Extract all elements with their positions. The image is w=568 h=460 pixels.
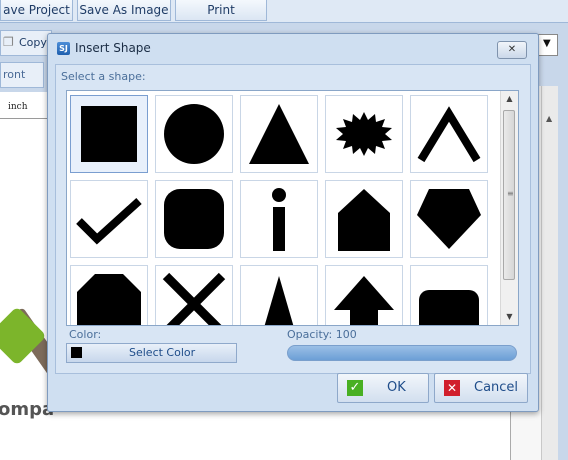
cancel-label: Cancel [474,380,519,395]
shape-circle[interactable] [155,95,233,173]
chevron-down-icon: ▼ [543,38,551,49]
shape-triangle[interactable] [240,95,318,173]
copy-icon: ❐ [3,35,14,49]
ruler-unit: inch [8,102,28,112]
chevron-up-icon [417,106,481,163]
rounded-rect-icon [419,290,479,325]
scroll-up-icon[interactable]: ▲ [546,114,552,123]
shape-rounded-square[interactable] [155,180,233,258]
save-project-button[interactable]: ave Project [0,0,73,21]
shape-cross[interactable] [155,265,233,325]
ok-button[interactable]: ✓ OK [337,373,429,403]
insert-shape-dialog: SJ Insert Shape ✕ Select a shape: ▲ ≡ ▼ … [47,33,539,412]
shape-narrow-triangle[interactable] [240,265,318,325]
checkmark-icon [76,198,142,245]
arrow-up-icon [334,276,394,325]
opacity-label: Opacity: 100 [287,328,357,341]
select-color-button[interactable]: Select Color [66,343,237,363]
house-icon [338,189,390,251]
select-shape-label: Select a shape: [61,70,146,83]
select-color-label: Select Color [129,346,196,359]
workspace-scrollbar[interactable]: ▲ [541,86,558,460]
dropdown-button[interactable]: ▼ [538,34,558,56]
shape-pentagon[interactable] [410,180,488,258]
close-icon: ✕ [444,380,460,396]
opacity-value: 100 [335,328,357,341]
rounded-square-icon [164,189,224,249]
pentagon-icon [417,189,481,249]
scroll-up-icon[interactable]: ▲ [501,91,518,107]
shape-grid: ▲ ≡ ▼ [66,90,519,326]
shape-octagon[interactable] [70,265,148,325]
grip-icon: ≡ [507,189,514,198]
triangle-icon [249,104,309,164]
tab-front[interactable]: ront [0,62,44,88]
shape-arrow-up[interactable] [325,265,403,325]
ok-label: OK [387,380,406,395]
shape-grid-scrollbar[interactable]: ▲ ≡ ▼ [500,91,518,325]
shape-info-i[interactable] [240,180,318,258]
cross-icon [162,272,226,325]
color-label: Color: [69,328,102,341]
scrollbar-thumb[interactable]: ≡ [503,110,515,280]
top-toolbar: ave Project Save As Image Print [0,0,568,23]
starburst-icon [336,112,392,156]
copy-button[interactable]: ❐ Copy [0,30,52,56]
narrow-triangle-icon [264,276,294,325]
cancel-button[interactable]: ✕ Cancel [434,373,528,403]
circle-icon [164,104,224,164]
square-icon [81,106,137,162]
shape-starburst[interactable] [325,95,403,173]
close-button[interactable]: ✕ [497,41,527,59]
shape-chevron-up[interactable] [410,95,488,173]
dialog-title-bar[interactable]: SJ Insert Shape ✕ [48,34,538,62]
shape-rounded-rect[interactable] [410,265,488,325]
ruler: inch [0,92,48,119]
scroll-down-icon[interactable]: ▼ [501,309,518,325]
info-icon [272,188,286,251]
shape-house[interactable] [325,180,403,258]
shape-checkmark[interactable] [70,180,148,258]
copy-label: Copy [19,36,47,49]
app-icon: SJ [57,42,70,55]
checkmark-icon: ✓ [347,380,363,396]
save-as-image-button[interactable]: Save As Image [77,0,171,21]
color-swatch [71,347,82,358]
dialog-title: Insert Shape [75,41,151,55]
octagon-icon [77,274,141,325]
print-button[interactable]: Print [175,0,267,21]
shape-grid-viewport [67,91,500,325]
shape-square[interactable] [70,95,148,173]
opacity-slider[interactable] [287,345,517,361]
